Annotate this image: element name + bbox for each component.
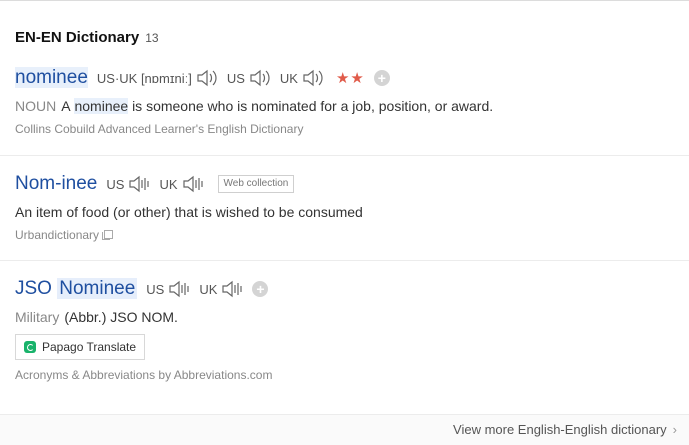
speaker-icon[interactable] xyxy=(249,69,271,87)
definition-row: An item of food (or other) that is wishe… xyxy=(15,204,689,220)
definition-pre: A xyxy=(61,98,71,114)
pronunciation-us: US xyxy=(146,280,190,298)
definition-text: (Abbr.) JSO NOM. xyxy=(64,309,178,325)
copy-icon[interactable] xyxy=(102,230,114,240)
source-link[interactable]: Acronyms & Abbreviations by Abbreviation… xyxy=(15,368,689,382)
entry-headrow: nominee US·UK [nɒmɪniː] US UK ★★ + xyxy=(15,66,689,90)
pronunciation-us: US xyxy=(106,175,150,193)
frequency-stars: ★★ xyxy=(335,70,365,87)
entry-headrow: JSO Nominee US UK + xyxy=(15,277,689,301)
speaker-icon[interactable] xyxy=(221,280,243,298)
pronunciation-uk: UK xyxy=(199,280,243,298)
section-title: EN-EN Dictionary xyxy=(15,29,140,46)
result-count: 13 xyxy=(145,31,159,45)
entry-word[interactable]: JSO Nominee xyxy=(15,278,138,300)
definition-row: NOUN A nominee is someone who is nominat… xyxy=(15,98,689,114)
top-divider xyxy=(0,0,689,1)
entry-jso-nominee: JSO Nominee US UK + Military (Abbr.) JSO… xyxy=(15,277,689,382)
pron-text: US·UK [nɒmɪniː] xyxy=(96,70,192,86)
plus-icon[interactable]: + xyxy=(373,70,390,86)
entry-nom-inee: Nom-inee US UK Web collection An item of… xyxy=(15,172,689,242)
definition-post: is someone who is nominated for a job, p… xyxy=(132,98,494,114)
footer: View more English-English dictionary › xyxy=(0,414,689,445)
definition-highlight: nominee xyxy=(74,98,129,114)
view-more-link[interactable]: View more English-English dictionary › xyxy=(453,422,677,437)
source-link[interactable]: Collins Cobuild Advanced Learner's Engli… xyxy=(15,122,689,136)
part-of-speech: Military xyxy=(15,309,60,325)
pronunciation-us: US xyxy=(227,69,271,87)
entry-divider xyxy=(0,260,689,261)
plus-icon[interactable]: + xyxy=(252,281,269,297)
papago-translate-button[interactable]: Papago Translate xyxy=(15,334,146,360)
speaker-icon[interactable] xyxy=(128,175,150,193)
section-header: EN-EN Dictionary 13 xyxy=(15,29,159,49)
chevron-right-icon: › xyxy=(672,422,677,437)
definition-text: An item of food (or other) that is wishe… xyxy=(15,204,363,220)
definition-row: Military (Abbr.) JSO NOM. xyxy=(15,309,689,325)
speaker-icon[interactable] xyxy=(168,280,190,298)
entry-word[interactable]: nominee xyxy=(15,67,88,89)
entry-word[interactable]: Nom-inee xyxy=(15,173,97,195)
entry-headrow: Nom-inee US UK Web collection xyxy=(15,172,689,196)
papago-icon xyxy=(24,341,36,353)
pronunciation-uk: UK xyxy=(280,69,324,87)
pronunciation-us-uk: US·UK [nɒmɪniː] xyxy=(97,69,218,87)
speaker-icon[interactable] xyxy=(302,69,324,87)
papago-label: Papago Translate xyxy=(42,340,137,354)
web-collection-badge: Web collection xyxy=(217,175,295,193)
speaker-icon[interactable] xyxy=(196,69,218,87)
entry-nominee: nominee US·UK [nɒmɪniː] US UK ★★ + NOUN … xyxy=(15,66,689,136)
part-of-speech: NOUN xyxy=(15,98,57,114)
speaker-icon[interactable] xyxy=(182,175,204,193)
source-link[interactable]: Urbandictionary xyxy=(15,228,689,242)
entry-divider xyxy=(0,155,689,156)
pronunciation-uk: UK xyxy=(159,175,203,193)
